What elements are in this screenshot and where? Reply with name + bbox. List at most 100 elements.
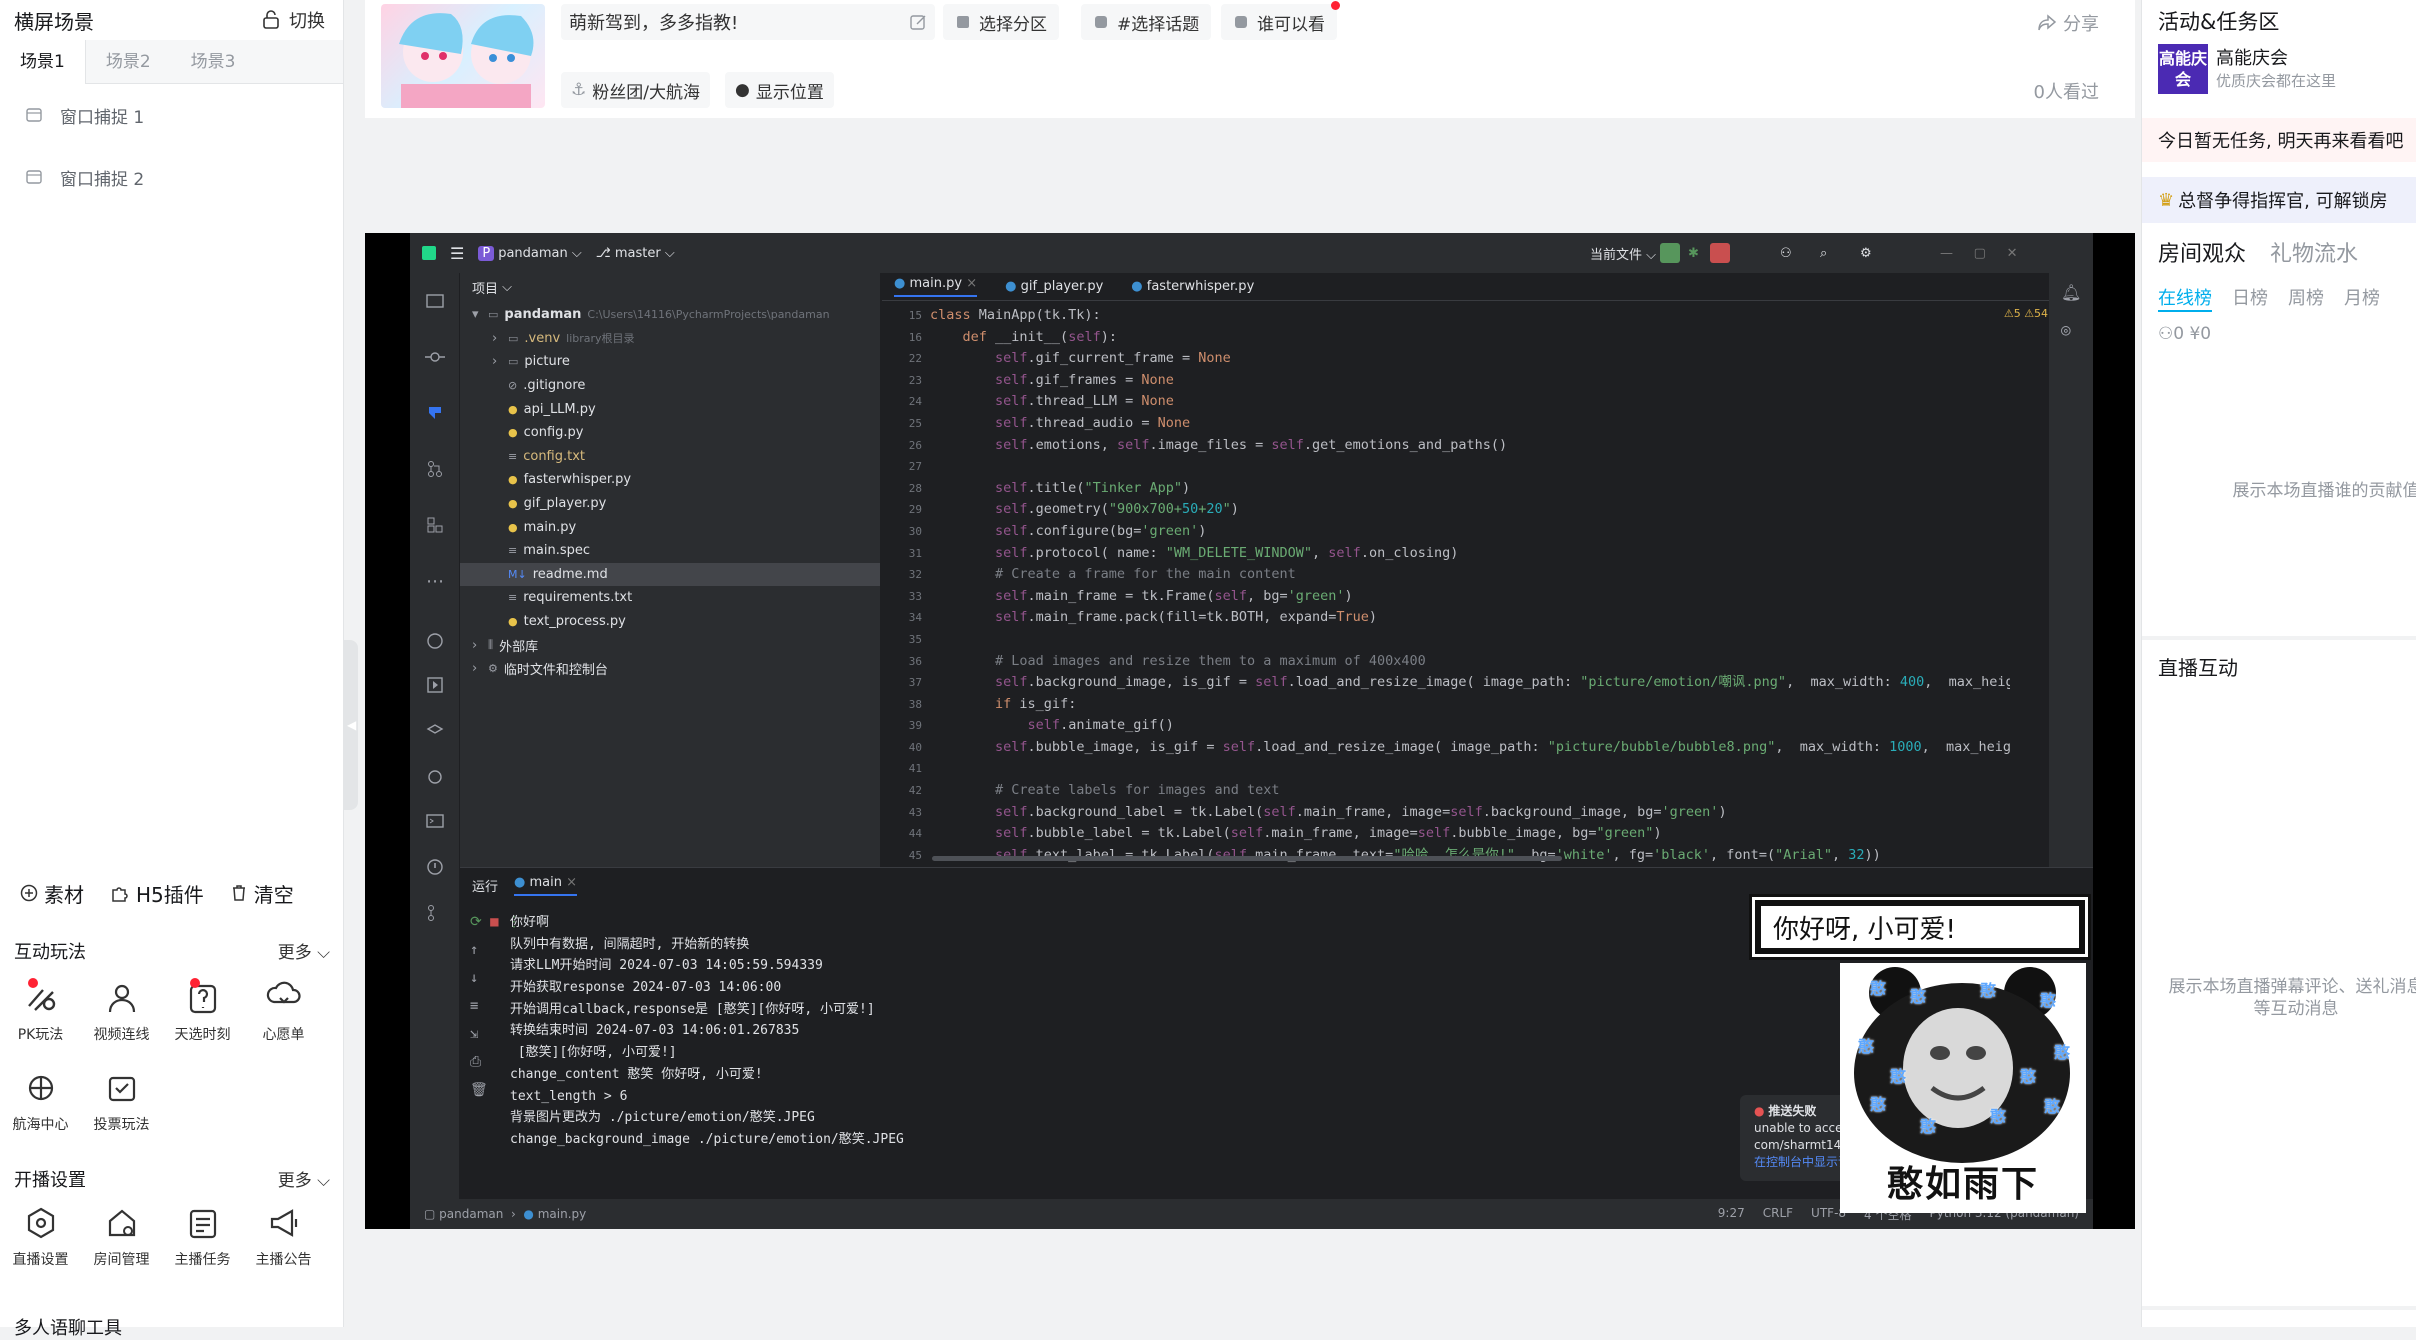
tree-item: M↓ readme.md xyxy=(460,562,880,587)
tree-arrow-icon: ▾ xyxy=(472,307,479,323)
interact-item-2[interactable]: 天选时刻 xyxy=(162,978,243,1044)
tab-scene-3[interactable]: 场景3 xyxy=(171,40,256,84)
tree-item: ● config.py xyxy=(460,421,880,445)
source-window-capture-2[interactable]: 窗口捕捉 2 xyxy=(0,146,343,208)
interact-item-5[interactable]: 投票玩法 xyxy=(81,1070,162,1134)
line-number: 29 xyxy=(908,503,922,517)
interact-item-0[interactable]: PK玩法 xyxy=(0,978,81,1044)
commit-tool-icon xyxy=(410,329,460,385)
host-task-icon xyxy=(189,1209,216,1239)
meme-glyph: 憨 xyxy=(1920,1117,1937,1136)
output-line: 转换结束时间 2024-07-03 14:06:01.267835 xyxy=(510,1023,800,1039)
switch-button[interactable]: 切换 xyxy=(261,7,325,33)
tab-scene-2[interactable]: 场景2 xyxy=(86,40,171,84)
section-divider xyxy=(2142,636,2416,640)
topic-selector[interactable]: #选择话题 xyxy=(1081,4,1212,40)
error-icon: ● xyxy=(1754,1104,1765,1118)
tab-scene-1[interactable]: 场景1 xyxy=(0,39,86,84)
share-icon xyxy=(2038,14,2057,31)
meme-glyph: 憨 xyxy=(1858,1037,1875,1056)
voyage-icon xyxy=(28,1075,53,1101)
location-button[interactable]: ● 显示位置 xyxy=(725,72,834,108)
code-line: self.title("Tinker App") xyxy=(995,479,1191,496)
editor-tab-main: ● main.py × xyxy=(894,276,978,297)
stream-cover-image[interactable] xyxy=(381,4,545,108)
tree-item-path: C:\Users\14116\PycharmProjects\pandaman xyxy=(587,308,830,322)
h5-plugin-button[interactable]: H5插件 xyxy=(110,879,204,908)
code-line: self.bubble_image, is_gif = self.load_an… xyxy=(995,738,2010,755)
tree-item: › ⫼ 外部库 xyxy=(460,633,880,657)
file-md-icon: M↓ xyxy=(508,567,527,581)
output-line: 开始获取response 2024-07-03 14:06:00 xyxy=(510,980,782,996)
broadcast-more-button[interactable]: 更多 ⌵ xyxy=(278,1166,330,1192)
status-breadcrumb: ▢ pandaman › ● main.py xyxy=(424,1207,587,1221)
output-line: change_background_image ./picture/emotio… xyxy=(510,1131,904,1147)
ide-branch-selector: ⎇ master ⌵ xyxy=(595,245,675,261)
line-number: 31 xyxy=(908,546,922,560)
fans-group-button[interactable]: ⚓ 粉丝团/大航海 xyxy=(561,72,710,108)
scene-header: 横屏场景 切换 xyxy=(0,0,343,40)
visibility-selector[interactable]: 谁可以看 xyxy=(1221,1,1340,40)
commander-banner[interactable]: ♛ 总督争得指挥官, 可解锁房 xyxy=(2142,177,2416,223)
tab-room-audience[interactable]: 房间观众 xyxy=(2158,236,2246,268)
broadcast-item-0[interactable]: 直播设置 xyxy=(0,1205,81,1269)
ide-project-selector: Ppandaman ⌵ xyxy=(478,245,582,261)
room-manage-icon xyxy=(108,1209,135,1237)
puzzle-icon xyxy=(112,887,128,902)
code-line: self.main_frame.pack(fill=tk.BOTH, expan… xyxy=(995,609,1378,626)
source-window-capture-1[interactable]: 窗口捕捉 1 xyxy=(0,84,343,146)
broadcast-item-3[interactable]: 主播公告 xyxy=(243,1205,324,1269)
project-panel: 项目 ⌵ ▾ ▭ pandaman C:\Users\14116\PycharmPro… xyxy=(460,273,880,867)
partition-selector[interactable]: 选择分区 xyxy=(943,4,1059,40)
tree-arrow-icon: › xyxy=(472,661,478,677)
tree-item: ● main.py xyxy=(460,515,880,539)
broadcast-item-1[interactable]: 房间管理 xyxy=(81,1205,162,1269)
meme-glyph: 憨 xyxy=(1980,981,1997,1000)
material-button[interactable]: 素材 xyxy=(20,879,84,908)
tab-weekly-rank[interactable]: 周榜 xyxy=(2288,284,2324,312)
tree-item-label: config.py xyxy=(523,425,584,441)
tab-monthly-rank[interactable]: 月榜 xyxy=(2344,284,2380,312)
file-ignore-icon: ⊘ xyxy=(508,379,518,393)
video-link-icon xyxy=(108,984,135,1013)
contribution-hint: 展示本场直播谁的贡献值 xyxy=(2232,481,2416,501)
interact-item-4[interactable]: 航海中心 xyxy=(0,1070,81,1134)
tree-item: ● gif_player.py xyxy=(460,492,880,516)
git-tool-icon xyxy=(410,885,460,941)
interact-item-1[interactable]: 视频连线 xyxy=(81,980,162,1044)
tree-item-label: .gitignore xyxy=(523,378,586,394)
live-preview[interactable]: ☰ Ppandaman ⌵ ⎇ master ⌵ 当前文件 ⌵ ✱ ⚇ ⌕ ⚙ … xyxy=(365,233,2135,1229)
code-lines: class MainApp(tk.Tk): def __init__(self)… xyxy=(930,305,2010,866)
interact-item-3[interactable]: 心愿单 xyxy=(243,980,324,1044)
line-number: 38 xyxy=(908,697,922,711)
tab-online-rank[interactable]: 在线榜 xyxy=(2158,284,2212,312)
multi-voice-tool-title: 多人语聊工具 xyxy=(14,1318,122,1339)
left-panel: 横屏场景 切换 场景1 场景2 场景3 窗口捕捉 1 窗口捕捉 2 素材 H5插… xyxy=(0,0,344,1339)
meme-glyph: 憨 xyxy=(1870,1095,1887,1114)
tab-daily-rank[interactable]: 日榜 xyxy=(2232,284,2268,312)
line-number: 40 xyxy=(908,740,922,754)
visibility-icon xyxy=(1235,16,1247,28)
broadcast-item-2[interactable]: 主播任务 xyxy=(162,1205,243,1269)
partition-icon xyxy=(957,16,969,28)
clear-button[interactable]: 清空 xyxy=(230,879,294,908)
run-output: 你好啊 队列中有数据, 间隔超时, 开始新的转换 请求LLM开始时间 2024-07… xyxy=(510,912,904,1151)
meme-glyph: 憨 xyxy=(2054,1043,2071,1062)
code-line: self.background_label = tk.Label(self.ma… xyxy=(995,803,1727,820)
person-icon: ⚇ xyxy=(2158,324,2174,344)
stream-title-input[interactable]: 萌新驾到，多多指教! xyxy=(561,4,935,40)
ai-assistant-icon: ◎ xyxy=(2061,320,2071,339)
ide-run-config: 当前文件 ⌵ xyxy=(1590,247,1657,263)
interact-more-button[interactable]: 更多 ⌵ xyxy=(278,938,330,964)
gaoneng-badge[interactable]: 高能庆会 xyxy=(2158,44,2208,94)
ide-logo-icon xyxy=(422,246,436,260)
tab-gift-flow[interactable]: 礼物流水 xyxy=(2270,236,2358,268)
ide-menu-icon: ☰ xyxy=(450,243,465,263)
interaction-hint: 展示本场直播弹幕评论、送礼消息 等互动消息 xyxy=(2168,977,2416,1019)
interact-item-label: PK玩法 xyxy=(17,1027,64,1043)
file-py-icon: ● xyxy=(508,473,518,487)
broadcast-title: 开播设置 xyxy=(14,1170,86,1191)
file-txt-icon: ≡ xyxy=(508,449,518,463)
collapse-handle[interactable]: ◀ xyxy=(344,640,358,810)
share-button[interactable]: 分享 xyxy=(2037,10,2099,36)
